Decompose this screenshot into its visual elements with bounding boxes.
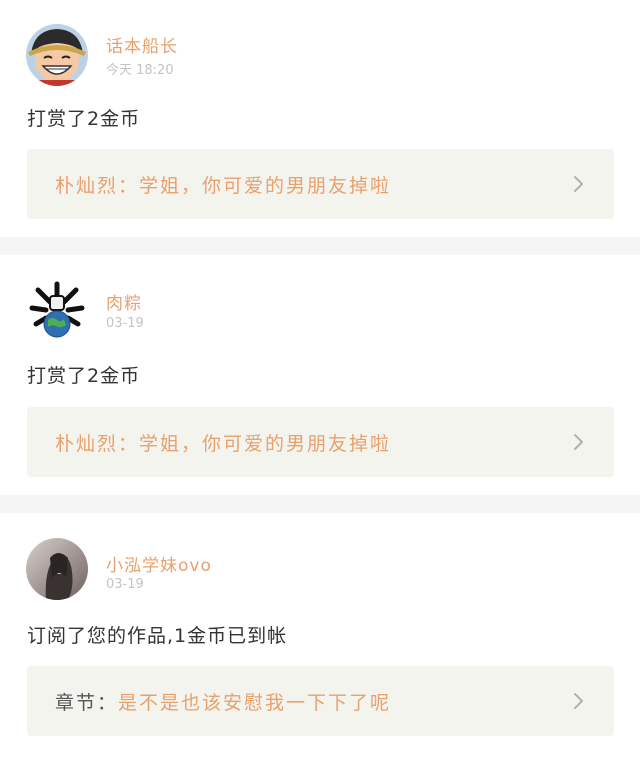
- chevron-right-icon: [574, 693, 583, 709]
- quote-text: 是不是也该安慰我一下下了呢: [118, 691, 392, 714]
- avatar[interactable]: [26, 24, 88, 86]
- username[interactable]: 小泓学妹ovo: [106, 551, 212, 576]
- section-divider: [0, 495, 640, 513]
- avatar[interactable]: [26, 538, 88, 600]
- timestamp: 今天 18:20: [106, 63, 174, 78]
- chevron-right-icon: [574, 176, 583, 192]
- notification-card: 小泓学妹ovo 03-19 订阅了您的作品,1金币已到帐 章节： 是不是也该安慰…: [0, 513, 640, 773]
- quote-text: 学姐，你可爱的男朋友掉啦: [139, 174, 392, 197]
- avatar[interactable]: [26, 280, 88, 342]
- action-text: 打赏了2金币: [27, 365, 141, 387]
- action-text: 订阅了您的作品,1金币已到帐: [27, 625, 288, 647]
- notification-feed: 话本船长 今天 18:20 打赏了2金币 朴灿烈： 学姐，你可爱的男朋友掉啦 肉…: [0, 0, 640, 773]
- notification-card: 肉粽 03-19 打赏了2金币 朴灿烈： 学姐，你可爱的男朋友掉啦: [0, 255, 640, 495]
- quote-prefix: 章节：: [55, 691, 119, 714]
- timestamp: 03-19: [106, 316, 144, 331]
- chevron-right-icon: [574, 434, 583, 450]
- section-divider: [0, 237, 640, 255]
- username[interactable]: 话本船长: [106, 32, 178, 57]
- quote-box[interactable]: 朴灿烈： 学姐，你可爱的男朋友掉啦: [27, 149, 614, 219]
- username[interactable]: 肉粽: [106, 289, 142, 314]
- timestamp: 03-19: [106, 577, 144, 592]
- notification-card: 话本船长 今天 18:20 打赏了2金币 朴灿烈： 学姐，你可爱的男朋友掉啦: [0, 0, 640, 237]
- quote-box[interactable]: 朴灿烈： 学姐，你可爱的男朋友掉啦: [27, 407, 614, 477]
- action-text: 打赏了2金币: [27, 108, 141, 130]
- quote-prefix: 朴灿烈：: [55, 432, 140, 455]
- quote-prefix: 朴灿烈：: [55, 174, 140, 197]
- quote-text: 学姐，你可爱的男朋友掉啦: [139, 432, 392, 455]
- quote-box[interactable]: 章节： 是不是也该安慰我一下下了呢: [27, 666, 614, 736]
